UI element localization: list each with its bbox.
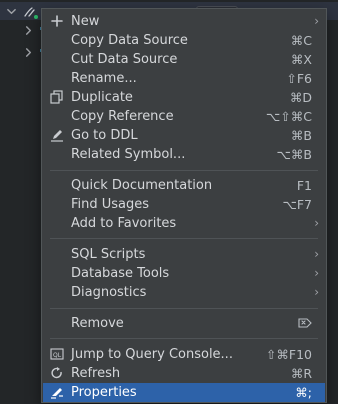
submenu-arrow-icon: › (314, 216, 319, 230)
shortcut-label: ⌘B (290, 128, 312, 143)
menu-item-label: Duplicate (71, 90, 133, 105)
menu-separator (50, 238, 318, 239)
shortcut-label: ⌘C (290, 33, 312, 48)
datasource-icon (22, 4, 38, 20)
menu-item-quick-documentation[interactable]: Quick Documentation F1 (43, 176, 325, 195)
submenu-arrow-icon: › (314, 14, 319, 28)
menu-item-label: SQL Scripts (71, 247, 146, 262)
chevron-right-icon[interactable] (24, 26, 32, 35)
shortcut-label: ⌘R (290, 366, 312, 381)
delete-key-icon (298, 314, 312, 333)
menu-item-jump-to-query-console[interactable]: QL Jump to Query Console... ⇧⌘F10 (43, 345, 325, 364)
svg-text:QL: QL (53, 352, 62, 359)
menu-item-refresh[interactable]: Refresh ⌘R (43, 364, 325, 383)
menu-separator (50, 308, 318, 309)
chevron-down-icon[interactable] (7, 7, 16, 15)
shortcut-label: ⌥⇧⌘C (265, 109, 312, 124)
menu-item-label: Find Usages (71, 197, 150, 212)
menu-item-label: Jump to Query Console... (71, 347, 233, 362)
menu-item-database-tools[interactable]: Database Tools › (43, 264, 325, 283)
shortcut-label: ⇧F6 (286, 71, 312, 86)
menu-item-rename[interactable]: Rename... ⇧F6 (43, 69, 325, 88)
menu-item-label: Copy Reference (71, 109, 174, 124)
menu-item-remove[interactable]: Remove (43, 314, 325, 333)
duplicate-icon (49, 89, 65, 105)
submenu-arrow-icon: › (314, 247, 319, 261)
menu-item-new[interactable]: New › (43, 12, 325, 31)
menu-item-label: New (71, 14, 100, 29)
menu-item-label: Properties (71, 385, 137, 400)
menu-item-copy-reference[interactable]: Copy Reference ⌥⇧⌘C (43, 107, 325, 126)
plus-icon (49, 13, 65, 29)
shortcut-label: ⌥F7 (282, 197, 312, 212)
menu-item-add-to-favorites[interactable]: Add to Favorites › (43, 214, 325, 233)
menu-item-properties[interactable]: Properties ⌘; (43, 383, 325, 402)
menu-item-label: Cut Data Source (71, 52, 178, 67)
menu-item-label: Related Symbol... (71, 147, 186, 162)
menu-item-duplicate[interactable]: Duplicate ⌘D (43, 88, 325, 107)
submenu-arrow-icon: › (314, 285, 319, 299)
menu-item-label: Quick Documentation (71, 178, 213, 193)
shortcut-label: ⇧⌘F10 (265, 347, 312, 362)
console-icon: QL (49, 346, 65, 362)
menu-item-diagnostics[interactable]: Diagnostics › (43, 283, 325, 302)
shortcut-label: ⌘X (290, 52, 312, 67)
menu-item-label: Refresh (71, 366, 121, 381)
menu-item-label: Rename... (71, 71, 137, 86)
menu-item-label: Go to DDL (71, 128, 138, 143)
shortcut-label: ⌘D (289, 90, 312, 105)
menu-item-label: Add to Favorites (71, 216, 177, 231)
context-menu: New › Copy Data Source ⌘C Cut Data Sourc… (41, 8, 327, 403)
menu-separator (50, 338, 318, 339)
shortcut-label: ⌥⌘B (276, 147, 312, 162)
chevron-right-icon[interactable] (24, 48, 32, 57)
submenu-arrow-icon: › (314, 266, 319, 280)
menu-item-sql-scripts[interactable]: SQL Scripts › (43, 245, 325, 264)
menu-separator (50, 170, 318, 171)
shortcut-label: F1 (296, 178, 312, 193)
properties-icon (49, 384, 65, 400)
menu-item-copy-data-source[interactable]: Copy Data Source ⌘C (43, 31, 325, 50)
menu-item-related-symbol[interactable]: Related Symbol... ⌥⌘B (43, 145, 325, 164)
menu-item-label: Copy Data Source (71, 33, 188, 48)
menu-item-label: Database Tools (71, 266, 170, 281)
menu-item-find-usages[interactable]: Find Usages ⌥F7 (43, 195, 325, 214)
refresh-icon (49, 365, 65, 381)
menu-item-label: Remove (71, 316, 124, 331)
shortcut-label: ⌘; (295, 385, 312, 400)
menu-item-go-to-ddl[interactable]: Go to DDL ⌘B (43, 126, 325, 145)
pencil-icon (49, 127, 65, 143)
menu-item-label: Diagnostics (71, 285, 147, 300)
menu-item-cut-data-source[interactable]: Cut Data Source ⌘X (43, 50, 325, 69)
